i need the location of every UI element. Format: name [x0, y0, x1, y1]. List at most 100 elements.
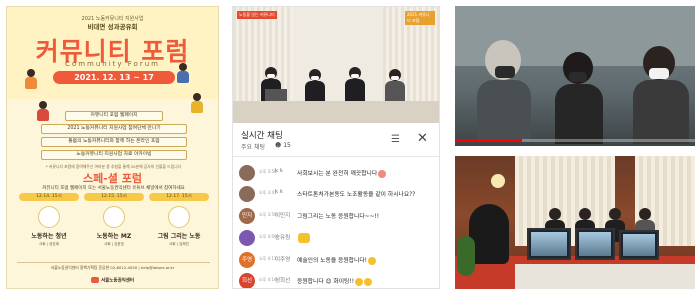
- session-name: 그림 그리는 노동: [157, 233, 201, 240]
- session-desc: 사회 | 김윤호: [103, 242, 125, 246]
- organizer-logo-icon: [90, 277, 99, 283]
- poster-info-box: 돌봄의 노동커뮤니티와 함께 하는 온라인 포럼: [41, 137, 187, 147]
- message-author[interactable]: k k: [275, 168, 283, 174]
- chat-message: 민지 오후 3:59 이민지 그림그리는 노동 응원합니다~~!!: [239, 206, 435, 226]
- panel-discussion-video-frame[interactable]: [455, 6, 695, 146]
- poster-session: 12.17. 15시 그림 그리는 노동 사회 | 김혜진: [149, 193, 209, 259]
- sticker-icon: [298, 233, 310, 243]
- studio-broadcast-photo: [455, 156, 695, 289]
- broadcast-monitor: [527, 228, 571, 260]
- illustration-person: [191, 93, 203, 113]
- viewer-count: ☻ 15: [275, 142, 291, 149]
- message-author[interactable]: 이주영: [275, 255, 290, 263]
- session-day: 12.15. 15시: [84, 193, 144, 201]
- panelist: [385, 69, 405, 103]
- message-text: 응원합니다 😊 화이팅!!: [297, 276, 373, 286]
- poster-session: 12.14. 15시 노동하는 청년 사회 | 공감제: [19, 193, 79, 259]
- viewer-count-value: 15: [283, 142, 291, 149]
- message-author[interactable]: 이민지: [275, 211, 290, 219]
- session-name: 노동하는 청년: [31, 233, 67, 240]
- chat-message: 희선 오후 4:16 성희선 응원합니다 😊 화이팅!!: [239, 271, 435, 288]
- emoji-icon: [378, 169, 387, 178]
- speaker: [555, 52, 603, 144]
- community-forum-poster: 2021 노동커뮤니티 지원사업 비대면 성과공유회 커뮤니티 포럼 Commu…: [6, 6, 219, 289]
- message-text-content: 응원합니다 😊 화이팅!!: [297, 279, 355, 285]
- session-day: 12.17. 15시: [149, 193, 209, 201]
- message-text: 그림그리는 노동 응원합니다~~!!: [297, 214, 380, 220]
- message-text: 스타트톤처가본동도 노조활동을 같이 하시나요??: [297, 192, 416, 198]
- message-time: 오후 3:56: [259, 169, 277, 174]
- panelist: [345, 67, 365, 101]
- emoji-icon: [355, 277, 364, 286]
- message-text-content: 사회보시는 분 완전히 깨끗합니다: [297, 171, 378, 177]
- message-text: 예술인의 노동을 응원합니다!: [297, 255, 377, 265]
- poster-date-badge: 2021. 12. 13 ~ 17: [53, 71, 175, 84]
- session-desc: 사회 | 공감제: [38, 242, 60, 246]
- message-time: 오후 4:11: [259, 256, 277, 261]
- broadcast-monitor: [575, 228, 615, 260]
- chat-mode-label[interactable]: 주요 채팅: [241, 142, 265, 151]
- poster-organizer: 서울노동권익센터: [7, 277, 218, 284]
- session-icon: [168, 206, 190, 228]
- video-progress-bar[interactable]: [455, 139, 695, 142]
- control-desk: [515, 264, 695, 289]
- live-video-frame[interactable]: 노동을 잇는 커뮤니티 2021 커뮤니티 포럼: [233, 7, 439, 123]
- poster-session: 12.15. 15시 노동하는 MZ 사회 | 김윤호: [84, 193, 144, 259]
- message-author[interactable]: k k: [275, 189, 283, 195]
- chat-message: 주영 오후 4:11 이주영 예술인의 노동을 응원합니다!: [239, 250, 435, 270]
- poster-divider: [17, 262, 210, 263]
- illustration-person: [177, 63, 189, 83]
- avatar[interactable]: [239, 230, 255, 246]
- session-icon: [38, 206, 60, 228]
- message-time: 오후 3:41: [259, 190, 277, 195]
- panelist: [305, 69, 325, 103]
- poster-special-subtitle: 커뮤니티 포럼 웹페이지 또는 서울노동권익센터 유튜브 채널에서 참여하세요: [42, 186, 185, 191]
- avatar[interactable]: 희선: [239, 273, 255, 288]
- speaker: [633, 46, 689, 144]
- message-author[interactable]: 성희선: [275, 276, 290, 284]
- video-banner-secondary: 2021 커뮤니티 포럼: [405, 11, 435, 25]
- speaker: [477, 40, 531, 140]
- poster-info-box: 2021 노동커뮤니티 지원사업 참여단체 만나기: [41, 124, 187, 134]
- video-progress-fill: [455, 139, 523, 142]
- avatar[interactable]: [239, 186, 255, 202]
- session-name: 노동하는 MZ: [96, 233, 132, 240]
- person-icon: ☻: [275, 142, 282, 149]
- chat-message: 오후 4:00 송유림: [239, 228, 435, 248]
- chat-message: 오후 3:56 k k 사회보시는 분 완전히 깨끗합니다: [239, 163, 435, 183]
- illustration-person: [37, 101, 49, 121]
- session-icon: [103, 206, 125, 228]
- poster-contact: 서울노동권익센터 정책기획팀 윤공현 02-6012-4050 | help@l…: [50, 265, 175, 270]
- message-time: 오후 3:59: [259, 212, 277, 217]
- emoji-icon: [364, 277, 373, 286]
- avatar[interactable]: 주영: [239, 252, 255, 268]
- chat-message: 오후 3:41 k k 스타트톤처가본동도 노조활동을 같이 하시나요??: [239, 184, 435, 204]
- message-text: 사회보시는 분 완전히 깨끗합니다: [297, 168, 387, 178]
- avatar[interactable]: 민지: [239, 208, 255, 224]
- message-text-content: 예술인의 노동을 응원합니다!: [297, 258, 368, 264]
- laptop: [265, 89, 287, 101]
- illustration-person: [25, 69, 37, 89]
- plant: [457, 236, 475, 276]
- session-desc: 사회 | 김혜진: [168, 242, 190, 246]
- lamp: [491, 174, 505, 188]
- poster-subtitle: 비대면 성과공유회: [87, 23, 138, 31]
- message-time: 오후 4:00: [259, 234, 277, 239]
- close-icon[interactable]: ✕: [417, 131, 428, 146]
- emoji-icon: [368, 256, 377, 265]
- poster-info-box: 커뮤니티 포럼 웹페이지: [65, 111, 163, 121]
- chat-header: 실시간 채팅 주요 채팅 ☻ 15 ☰ ✕: [233, 123, 439, 157]
- organizer-name: 서울노동권익센터: [100, 278, 135, 284]
- desk: [233, 101, 439, 123]
- poster-special-title: 스페-셜 포럼: [83, 172, 142, 185]
- sliders-icon[interactable]: ☰: [391, 134, 400, 145]
- live-stream-chat-screenshot: 노동을 잇는 커뮤니티 2021 커뮤니티 포럼 실시간 채팅 주요 채팅 ☻ …: [232, 6, 440, 289]
- avatar[interactable]: [239, 165, 255, 181]
- message-time: 오후 4:16: [259, 277, 277, 282]
- poster-info-box: 노동커뮤니티 지원사업 자료 아카이빙: [41, 150, 187, 160]
- message-text: [297, 233, 310, 243]
- message-author[interactable]: 송유림: [275, 233, 290, 241]
- video-camera: [469, 204, 509, 264]
- chat-title: 실시간 채팅: [241, 131, 283, 141]
- broadcast-monitor: [619, 230, 659, 260]
